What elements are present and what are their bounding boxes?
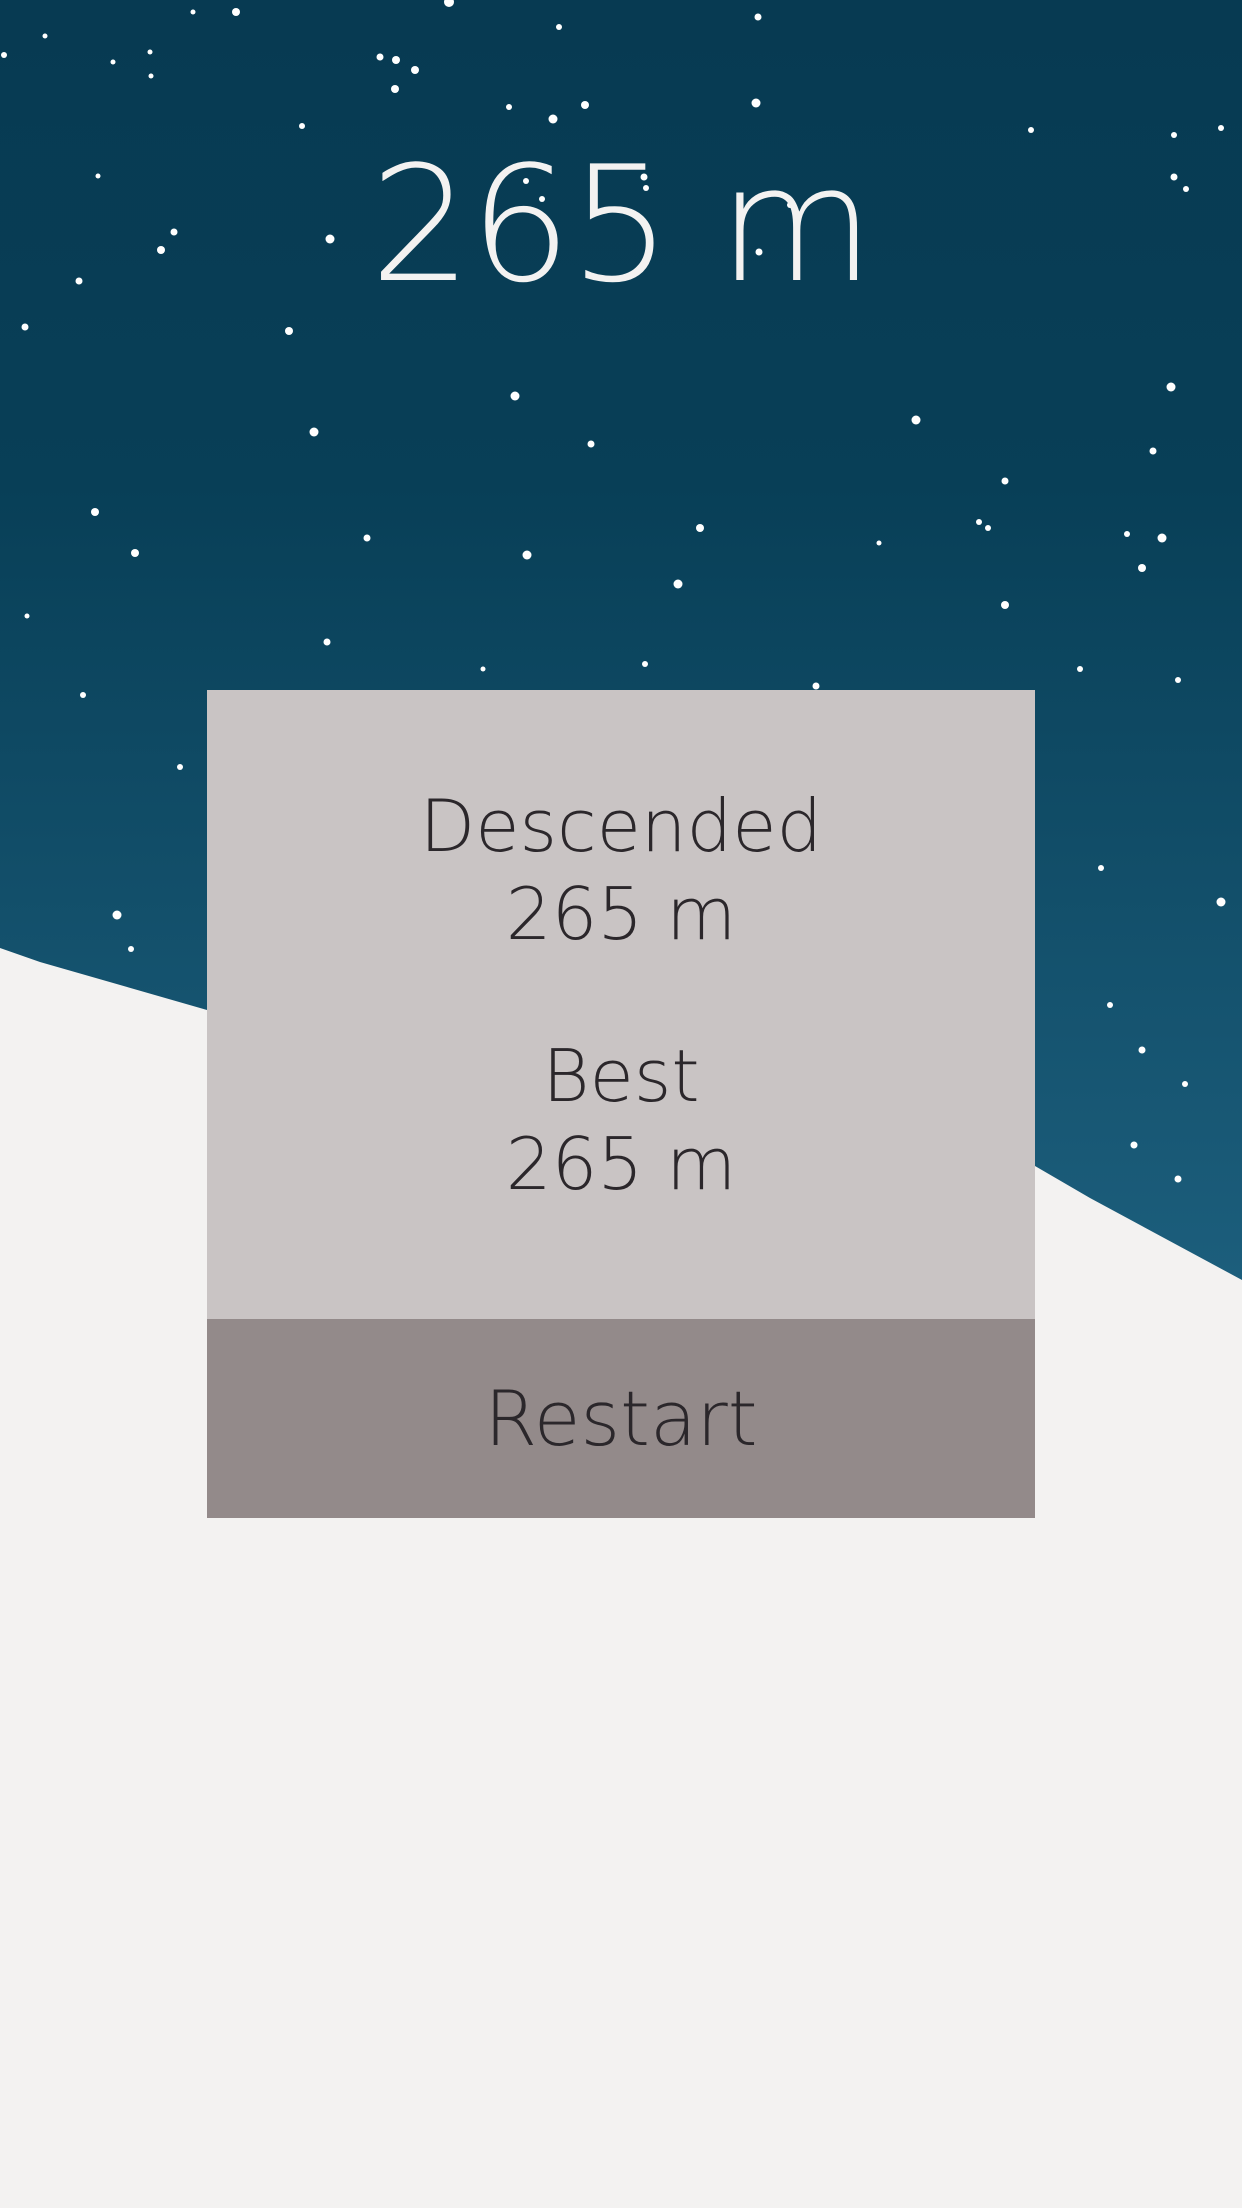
star — [985, 525, 991, 531]
star — [642, 661, 648, 667]
star — [506, 104, 512, 110]
star — [581, 101, 589, 109]
distance-counter: 265 m — [369, 131, 874, 318]
star — [128, 946, 134, 952]
star — [1107, 1002, 1113, 1008]
star — [391, 85, 399, 93]
star — [363, 534, 371, 542]
star — [812, 682, 820, 690]
star — [1175, 677, 1181, 683]
star — [1130, 1141, 1138, 1149]
star — [24, 613, 30, 619]
star — [392, 56, 400, 64]
star — [411, 66, 419, 74]
star — [376, 53, 384, 61]
restart-button[interactable]: Restart — [207, 1319, 1035, 1518]
star — [1124, 531, 1130, 537]
snow-ground — [0, 1518, 1242, 2208]
star — [522, 550, 532, 560]
star — [1098, 865, 1104, 871]
star — [1157, 533, 1167, 543]
stats-section: Descended 265 m Best 265 m — [207, 690, 1035, 1319]
star — [80, 692, 86, 698]
star — [91, 508, 99, 516]
star — [299, 123, 305, 129]
descended-value: 265 m — [505, 872, 737, 956]
best-label: Best — [542, 1034, 700, 1118]
star — [754, 13, 762, 21]
star — [1001, 477, 1009, 485]
star — [673, 579, 683, 589]
star — [148, 73, 154, 79]
star — [510, 391, 520, 401]
star — [285, 327, 293, 335]
star — [480, 666, 486, 672]
star — [1149, 447, 1157, 455]
star — [110, 59, 116, 65]
best-value: 265 m — [505, 1122, 737, 1206]
star — [1, 52, 7, 58]
star — [556, 24, 562, 30]
star — [131, 549, 139, 557]
descended-label: Descended — [419, 784, 823, 868]
star — [42, 33, 48, 39]
star — [323, 638, 331, 646]
star — [587, 440, 595, 448]
star — [232, 8, 240, 16]
star — [911, 415, 921, 425]
star — [751, 98, 761, 108]
star — [1077, 666, 1083, 672]
star — [1138, 1046, 1146, 1054]
star — [147, 49, 153, 55]
star — [1138, 564, 1146, 572]
star — [190, 9, 196, 15]
star — [1001, 601, 1009, 609]
star — [1166, 382, 1176, 392]
star — [876, 540, 882, 546]
star — [1028, 127, 1034, 133]
star — [1182, 1081, 1188, 1087]
star — [177, 764, 183, 770]
star — [1171, 132, 1177, 138]
star — [696, 524, 704, 532]
star — [976, 519, 982, 525]
star — [112, 910, 122, 920]
star — [1218, 125, 1224, 131]
star — [21, 323, 29, 331]
star — [1216, 897, 1226, 907]
star — [548, 114, 558, 124]
star — [1174, 1175, 1182, 1183]
game-over-panel: Descended 265 m Best 265 m Restart — [207, 690, 1035, 1518]
star — [309, 427, 319, 437]
